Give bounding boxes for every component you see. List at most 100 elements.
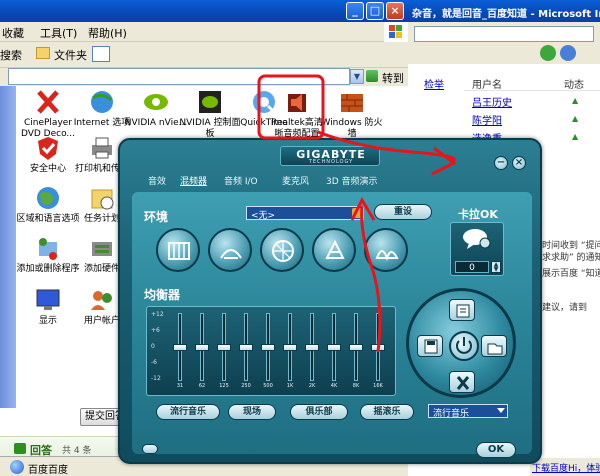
explorer-title-bar: _ □ × <box>0 0 408 22</box>
explorer-task-pane <box>0 86 16 418</box>
folders-icon[interactable] <box>36 47 50 59</box>
eq-preset-value: 流行音乐 <box>433 409 470 419</box>
search-button[interactable]: 搜索 <box>0 47 22 63</box>
eq-slider-8K[interactable] <box>349 313 363 381</box>
explorer-menubar: 收藏 工具(T) 帮助(H) <box>0 22 408 42</box>
eq-slider-2K[interactable] <box>305 313 319 381</box>
eq-slider-knob[interactable] <box>173 343 187 351</box>
browser-address-input[interactable] <box>414 26 594 42</box>
eq-scale-label: -12 <box>151 375 161 382</box>
eq-preset-select[interactable]: 流行音乐 <box>428 404 508 419</box>
baidu-hi-link[interactable]: 下载百度Hi，体验聊 <box>532 461 600 474</box>
karaoke-value[interactable]: 0 <box>455 261 489 273</box>
item-realtek[interactable]: Realtek高清晰音频配置 <box>270 88 324 140</box>
env-opera-button[interactable] <box>364 228 408 272</box>
preset-rock-button[interactable]: 摇滚乐 <box>360 404 414 420</box>
eq-slider-knob[interactable] <box>305 343 319 351</box>
tab-3d-demo[interactable]: 3D 音频演示 <box>326 174 378 187</box>
maximize-button[interactable]: □ <box>366 2 384 20</box>
column-user: 用户名 <box>472 80 502 91</box>
windows-logo-icon <box>384 22 408 42</box>
eq-slider-knob[interactable] <box>261 343 275 351</box>
close-button[interactable]: × <box>386 2 404 20</box>
eq-frequency-label: 16K <box>373 383 383 389</box>
karaoke-panel: 0 ▲ ▼ <box>450 222 504 276</box>
preset-pop-button[interactable]: 流行音乐 <box>156 404 220 420</box>
eq-slider-knob[interactable] <box>349 343 363 351</box>
menu-help[interactable]: 帮助(H) <box>88 25 127 41</box>
browser-status-bar: 下载百度Hi，体验聊 <box>530 458 600 476</box>
browser-nav-buttons <box>540 45 596 61</box>
eq-slider-31[interactable] <box>173 313 187 381</box>
rank-up-icon: ▲ <box>572 114 579 123</box>
menu-favorites[interactable]: 收藏 <box>2 25 24 41</box>
eq-slider-knob[interactable] <box>327 343 341 351</box>
karaoke-speech-icon[interactable] <box>461 227 495 253</box>
equalizer-panel: +12 +6 0 -6 -12 31 62 125 250 500 1K 2K 4K 8K 16K <box>146 306 396 396</box>
preset-club-button[interactable]: 俱乐部 <box>290 404 348 420</box>
info-icon[interactable] <box>142 444 158 454</box>
eq-frequency-label: 250 <box>241 383 251 389</box>
eq-slider-knob[interactable] <box>195 343 209 351</box>
tab-microphone[interactable]: 麦克风 <box>282 174 309 187</box>
eq-frequency-label: 500 <box>263 383 273 389</box>
env-room-button[interactable] <box>156 228 200 272</box>
eq-slider-1K[interactable] <box>283 313 297 381</box>
eq-slider-500[interactable] <box>261 313 275 381</box>
minimize-button[interactable]: _ <box>346 2 364 20</box>
status-caption: 百度百度 <box>28 465 68 476</box>
reset-button[interactable]: 重设 <box>374 204 432 220</box>
eq-slider-knob[interactable] <box>217 343 231 351</box>
dropdown-arrow-icon[interactable] <box>352 208 362 218</box>
folders-button[interactable]: 文件夹 <box>54 47 87 63</box>
menu-tools[interactable]: 工具(T) <box>40 25 77 41</box>
dial-load-icon[interactable] <box>481 335 507 357</box>
eq-slider-4K[interactable] <box>327 313 341 381</box>
report-link[interactable]: 检举 <box>424 76 444 91</box>
ok-button[interactable]: OK <box>476 442 516 458</box>
eq-slider-62[interactable] <box>195 313 209 381</box>
eq-slider-knob[interactable] <box>371 343 385 351</box>
region-language-icon <box>33 184 63 212</box>
dial-edit-icon[interactable] <box>449 299 475 321</box>
env-stage-button[interactable] <box>208 228 252 272</box>
firewall-icon <box>337 88 367 116</box>
item-label: Realtek高清晰音频配置 <box>271 118 323 139</box>
power-icon[interactable] <box>449 331 479 361</box>
dial-delete-icon[interactable] <box>449 371 475 393</box>
views-icon[interactable] <box>92 46 110 62</box>
user-link[interactable]: 陈学阳 <box>472 112 502 127</box>
notice-text: 展示百度 “知道” <box>542 269 600 279</box>
stage-icon <box>220 249 242 259</box>
close-icon[interactable]: × <box>512 156 526 170</box>
answer-icon <box>14 443 26 454</box>
item-windows-firewall[interactable]: Windows 防火墙 <box>320 88 384 140</box>
eq-slider-125[interactable] <box>217 313 231 381</box>
go-icon[interactable] <box>540 45 556 61</box>
karaoke-spinner[interactable]: ▲ ▼ <box>491 261 501 273</box>
go-button[interactable]: 转到 <box>366 68 406 85</box>
minimize-icon[interactable]: − <box>494 156 508 170</box>
preset-live-button[interactable]: 现场 <box>228 404 276 420</box>
eq-frequency-label: 31 <box>176 383 184 389</box>
eq-scale-label: -6 <box>151 359 157 366</box>
eq-slider-250[interactable] <box>239 313 253 381</box>
tab-effects[interactable]: 音效 <box>148 174 166 187</box>
env-arena-button[interactable] <box>260 228 304 272</box>
user-link[interactable]: 吕王历史 <box>472 94 512 109</box>
env-colosseum-button[interactable] <box>312 228 356 272</box>
address-input[interactable] <box>8 68 350 85</box>
tab-mixer[interactable]: 混频器 <box>180 174 207 187</box>
eq-slider-knob[interactable] <box>283 343 297 351</box>
brand-sub: TECHNOLOGY <box>308 159 354 165</box>
dial-save-icon[interactable] <box>417 335 443 357</box>
links-icon[interactable] <box>560 45 576 61</box>
eq-slider-knob[interactable] <box>239 343 253 351</box>
colosseum-icon <box>325 239 345 259</box>
tab-audio-io[interactable]: 音频 I/O <box>224 174 258 187</box>
environment-select[interactable]: <无> <box>246 206 364 221</box>
room-icon <box>168 242 190 260</box>
address-dropdown-icon[interactable]: ▼ <box>350 69 364 84</box>
eq-slider-16K[interactable] <box>371 313 385 381</box>
browser-toolbar <box>408 22 600 64</box>
